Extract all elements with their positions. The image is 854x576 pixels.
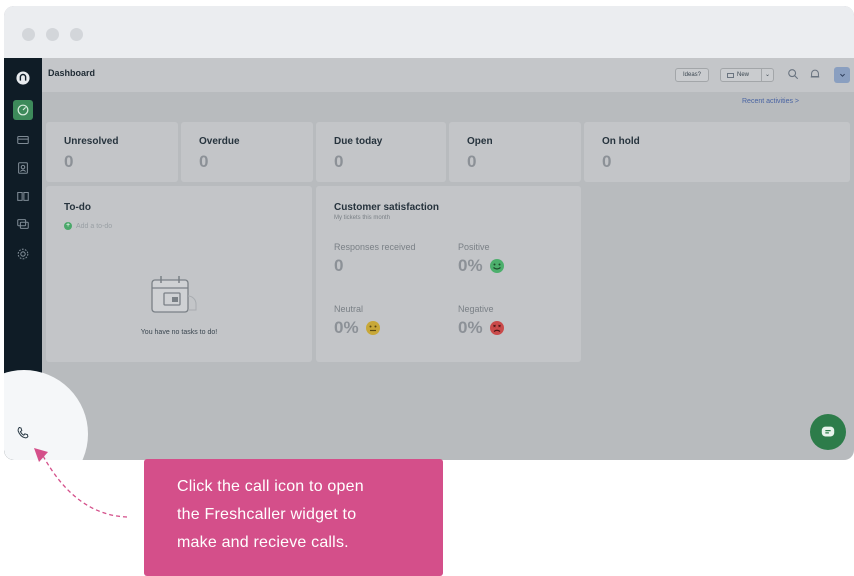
spotlight-highlight	[4, 370, 88, 460]
new-button[interactable]: New ⌄	[720, 68, 774, 82]
stat-card-due-today[interactable]: Due today 0	[316, 122, 446, 182]
sad-face-icon	[490, 321, 504, 335]
stat-label: Unresolved	[64, 136, 119, 147]
dashboard-icon[interactable]	[13, 100, 33, 120]
chat-widget-button[interactable]	[810, 414, 846, 450]
ideas-button[interactable]: Ideas?	[675, 68, 709, 82]
stat-card-open[interactable]: Open 0	[449, 122, 581, 182]
bell-icon[interactable]	[808, 67, 822, 81]
tickets-icon[interactable]	[13, 130, 33, 150]
happy-face-icon	[490, 259, 504, 273]
negative-label: Negative	[458, 304, 494, 314]
recent-activities-link[interactable]: Recent activities >	[742, 98, 799, 105]
empty-todo-message: You have no tasks to do!	[140, 329, 218, 336]
stat-value: 0	[467, 152, 477, 171]
solutions-icon[interactable]	[13, 186, 33, 206]
new-ticket-icon	[727, 72, 734, 78]
callout-line: the Freshcaller widget to	[177, 506, 357, 523]
csat-title: Customer satisfaction	[334, 202, 440, 213]
stat-card-overdue[interactable]: Overdue 0	[181, 122, 313, 182]
stat-value: 0	[334, 152, 344, 171]
add-todo-link[interactable]: + Add a to-do	[64, 222, 112, 230]
todo-card: To-do + Add a to-do You have no tasks to…	[46, 186, 312, 362]
new-button-label: New	[737, 72, 750, 78]
stat-card-on-hold[interactable]: On hold 0	[584, 122, 850, 182]
admin-icon[interactable]	[13, 244, 33, 264]
stat-card-unresolved[interactable]: Unresolved 0	[46, 122, 178, 182]
top-bar: Dashboard Ideas? New ⌄	[42, 58, 854, 92]
callout-line: make and recieve calls.	[177, 534, 349, 551]
neutral-face-icon	[366, 321, 380, 335]
window-minimize-dot[interactable]	[46, 28, 59, 41]
tooltip-callout: Click the call icon to open the Freshcal…	[144, 459, 443, 576]
window-close-dot[interactable]	[22, 28, 35, 41]
callout-line: Click the call icon to open	[177, 478, 364, 495]
customer-satisfaction-card: Customer satisfaction My tickets this mo…	[316, 186, 581, 362]
window-maximize-dot[interactable]	[70, 28, 83, 41]
forums-icon[interactable]	[13, 214, 33, 234]
neutral-label: Neutral	[334, 304, 364, 314]
avatar[interactable]	[834, 67, 850, 83]
stat-value: 0	[602, 152, 612, 171]
stat-value: 0	[64, 152, 74, 171]
stat-label: Overdue	[199, 136, 240, 147]
chat-icon	[821, 426, 835, 437]
callout-text: Click the call icon to open the Freshcal…	[177, 473, 427, 557]
contacts-icon[interactable]	[13, 158, 33, 178]
calendar-icon	[151, 276, 197, 313]
phone-icon[interactable]	[16, 426, 30, 440]
responses-value: 0	[334, 256, 344, 275]
responses-label: Responses received	[334, 242, 416, 252]
neutral-value: 0%	[334, 318, 359, 337]
chevron-down-icon: ⌄	[761, 69, 773, 81]
negative-value: 0%	[458, 318, 483, 337]
stat-label: Due today	[334, 136, 383, 147]
positive-value: 0%	[458, 256, 483, 275]
app-window: Dashboard Ideas? New ⌄ Recent activities…	[4, 6, 854, 460]
stat-label: Open	[467, 136, 493, 147]
add-todo-label: Add a to-do	[76, 222, 113, 230]
search-icon[interactable]	[786, 67, 800, 81]
page-title: Dashboard	[48, 68, 96, 78]
window-titlebar	[4, 6, 854, 58]
todo-title: To-do	[64, 202, 92, 213]
plus-icon: +	[64, 222, 72, 230]
stat-label: On hold	[602, 136, 640, 147]
stat-value: 0	[199, 152, 209, 171]
logo-icon[interactable]	[13, 68, 33, 88]
positive-label: Positive	[458, 242, 490, 252]
csat-subtitle: My tickets this month	[334, 215, 391, 221]
